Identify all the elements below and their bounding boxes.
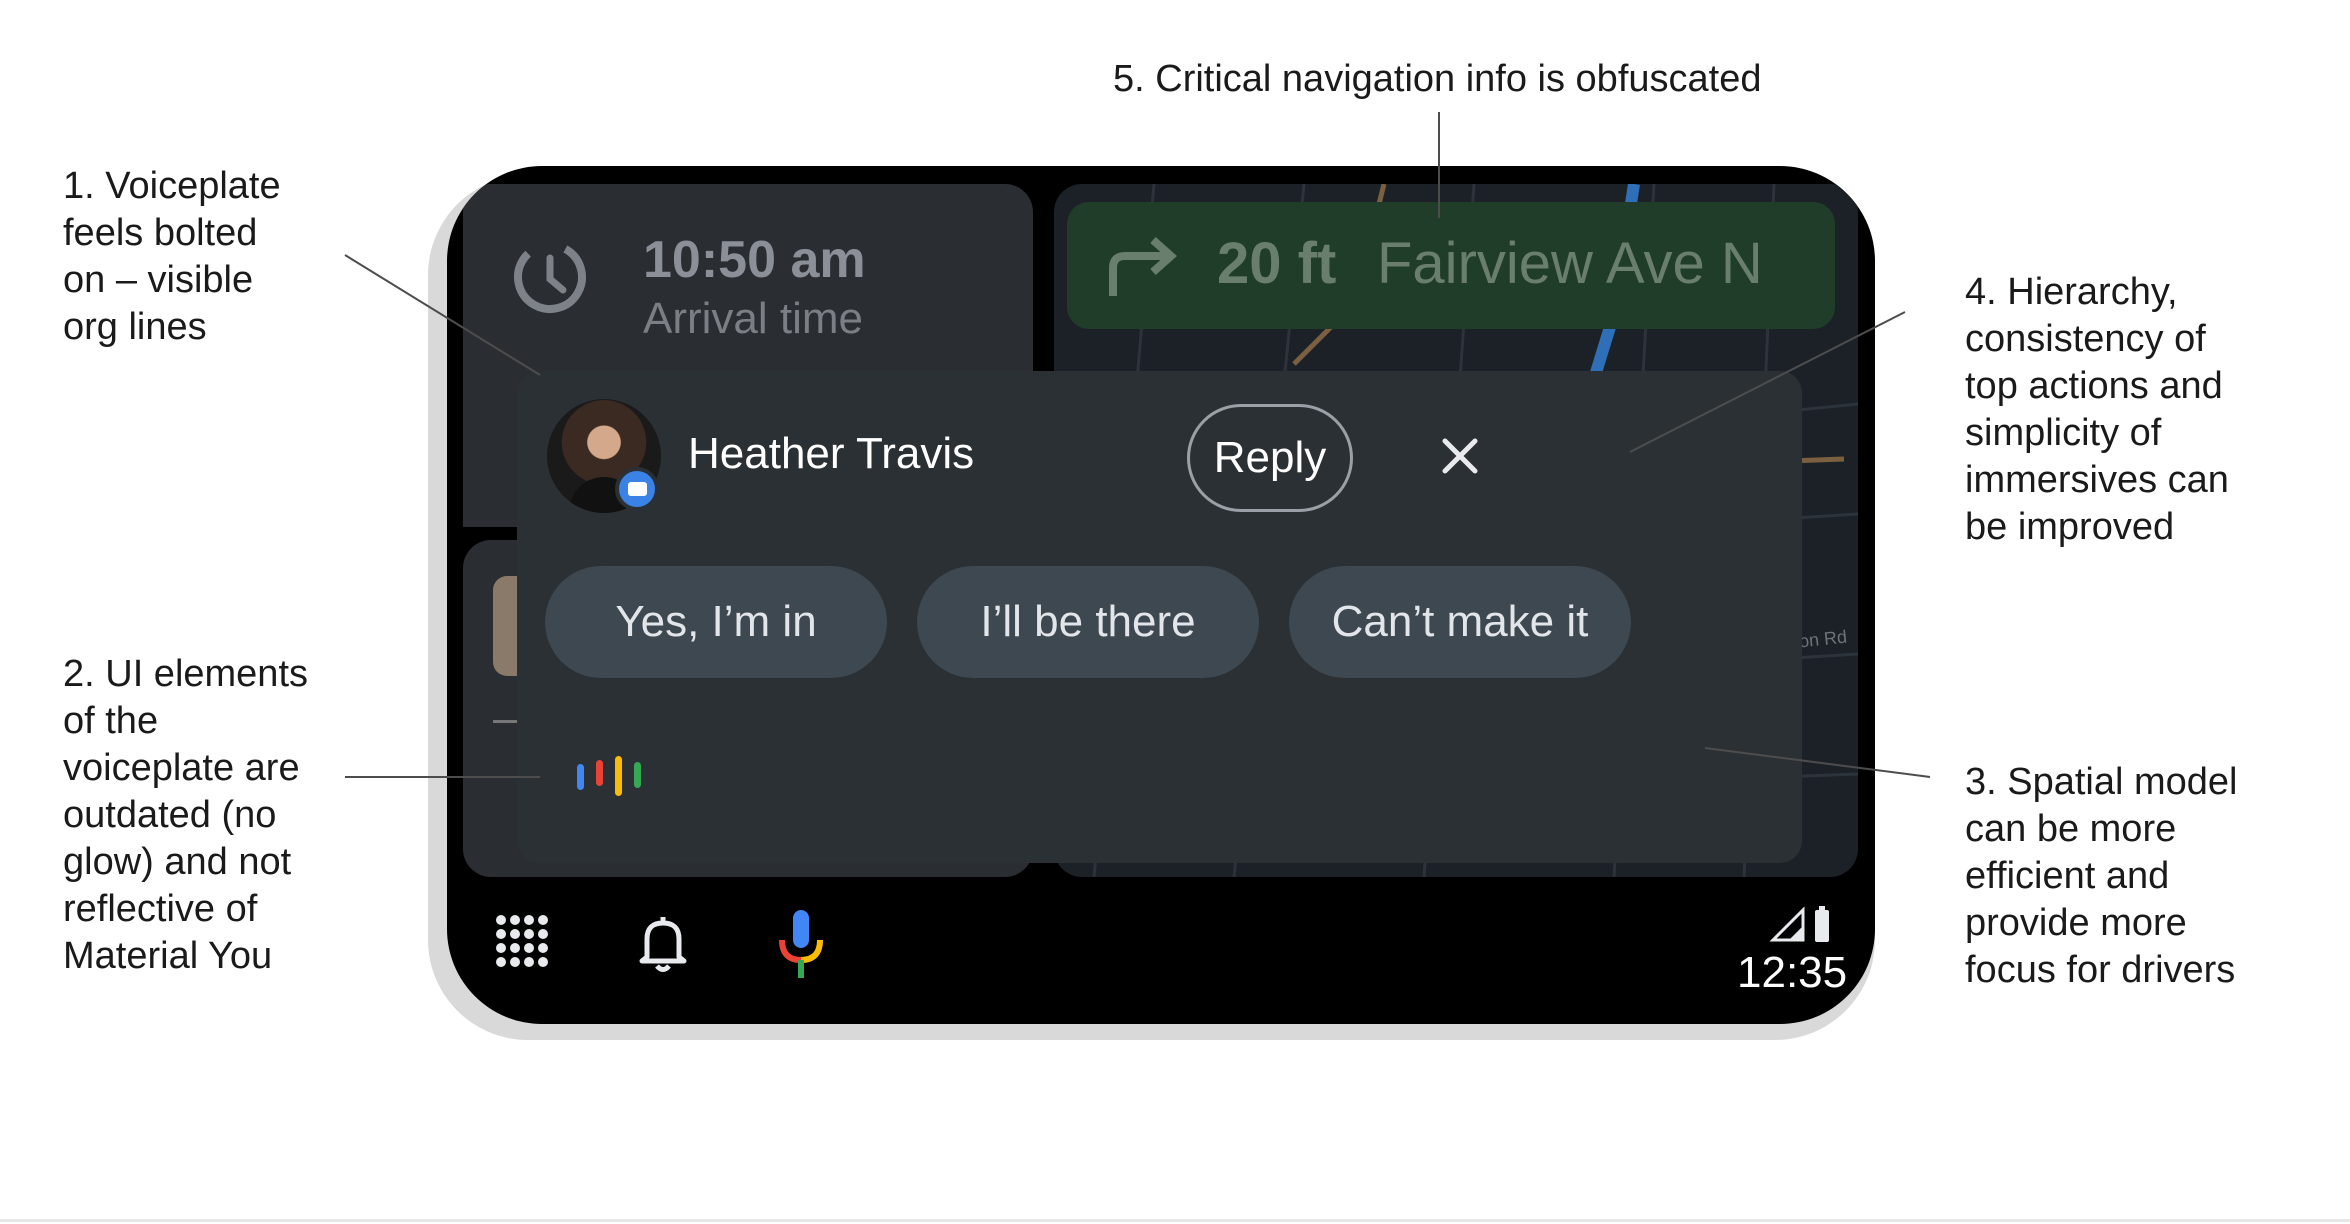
annotation-ui-outdated: 2. UI elements of the voiceplate are out… xyxy=(63,653,308,977)
navigation-banner[interactable]: 20 ft Fairview Ave N xyxy=(1067,202,1835,329)
smart-reply-chip[interactable]: Yes, I’m in xyxy=(545,566,887,678)
eta-clock-icon xyxy=(514,241,586,313)
eta-time: 10:50 am xyxy=(643,231,866,289)
reply-button[interactable]: Reply xyxy=(1187,404,1353,512)
nav-distance: 20 ft xyxy=(1217,231,1337,296)
mic-icon[interactable] xyxy=(777,910,825,982)
annotation-spatial-model: 3. Spatial model can be more efficient a… xyxy=(1965,761,2238,991)
annotation-hierarchy: 4. Hierarchy, consistency of top actions… xyxy=(1965,271,2229,548)
nav-street: Fairview Ave N xyxy=(1377,231,1763,296)
battery-icon xyxy=(1815,910,1829,942)
status-clock: 12:35 xyxy=(1737,948,1848,997)
bottom-divider xyxy=(0,1219,2350,1222)
assistant-icon xyxy=(577,756,641,796)
smart-reply-chip[interactable]: Can’t make it xyxy=(1289,566,1631,678)
smart-reply-chip[interactable]: I’ll be there xyxy=(917,566,1259,678)
message-badge-icon xyxy=(615,467,659,511)
eta-label: Arrival time xyxy=(643,294,864,343)
close-icon[interactable] xyxy=(1437,433,1483,479)
voiceplate-notification: Heather Travis Reply Yes, I’m in I’ll be… xyxy=(517,371,1802,863)
signal-icon xyxy=(1769,906,1829,942)
turn-right-icon xyxy=(1109,237,1178,296)
annotation-voiceplate-bolted: 1. Voiceplate feels bolted on – visible … xyxy=(63,165,281,348)
annotation-navigation-obfuscated: 5. Critical navigation info is obfuscate… xyxy=(1113,58,1762,100)
car-display: 10:50 am Arrival time on Rd 20 ft Fairvi… xyxy=(447,166,1875,1024)
apps-grid-icon[interactable] xyxy=(495,914,549,968)
media-progress xyxy=(493,720,517,723)
sender-name: Heather Travis xyxy=(688,429,975,478)
bell-icon[interactable] xyxy=(636,913,690,973)
